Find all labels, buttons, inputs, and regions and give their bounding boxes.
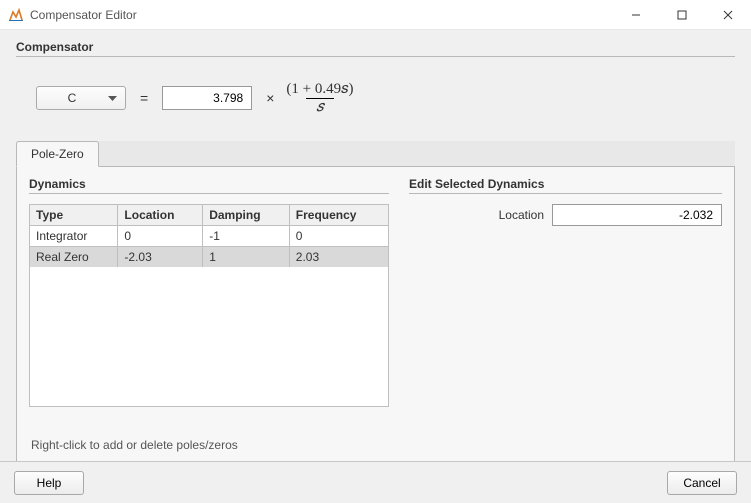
transfer-function: (1 + 0.49𝑠) 𝑠	[282, 81, 357, 115]
compensator-section-label: Compensator	[16, 40, 735, 56]
close-button[interactable]	[705, 0, 751, 29]
help-button[interactable]: Help	[14, 471, 84, 495]
tab-body: Dynamics Type Location Damping Frequency	[16, 167, 735, 463]
equals-sign: =	[140, 90, 148, 106]
app-icon	[8, 7, 24, 23]
location-label: Location	[499, 208, 544, 222]
cell: -1	[203, 226, 290, 247]
cell: 1	[203, 247, 290, 268]
divider	[29, 193, 389, 194]
edit-dynamics-label: Edit Selected Dynamics	[409, 177, 722, 193]
divider	[16, 56, 735, 57]
cell: -2.03	[118, 247, 203, 268]
cell: 0	[289, 226, 388, 247]
compensator-select[interactable]: C	[36, 86, 126, 110]
compensator-select-value: C	[68, 91, 77, 105]
chevron-down-icon	[108, 91, 117, 105]
col-damping: Damping	[203, 205, 290, 226]
col-location: Location	[118, 205, 203, 226]
dynamics-label: Dynamics	[29, 177, 389, 193]
cancel-button[interactable]: Cancel	[667, 471, 737, 495]
hint-text: Right-click to add or delete poles/zeros	[31, 438, 238, 452]
tabs: Pole-Zero	[16, 141, 735, 167]
table-empty-area[interactable]	[29, 267, 389, 407]
tf-denominator: 𝑠	[306, 98, 333, 116]
tab-pole-zero[interactable]: Pole-Zero	[16, 141, 99, 167]
col-frequency: Frequency	[289, 205, 388, 226]
titlebar: Compensator Editor	[0, 0, 751, 30]
table-row[interactable]: Real Zero -2.03 1 2.03	[30, 247, 389, 268]
cell: Integrator	[30, 226, 118, 247]
divider	[409, 193, 722, 194]
maximize-button[interactable]	[659, 0, 705, 29]
cell: 2.03	[289, 247, 388, 268]
gain-input[interactable]	[162, 86, 252, 110]
cell: 0	[118, 226, 203, 247]
col-type: Type	[30, 205, 118, 226]
minimize-button[interactable]	[613, 0, 659, 29]
cell: Real Zero	[30, 247, 118, 268]
dynamics-table[interactable]: Type Location Damping Frequency Integrat…	[29, 204, 389, 268]
multiply-sign: ×	[266, 90, 274, 106]
tf-numerator: (1 + 0.49𝑠)	[282, 81, 357, 98]
table-row[interactable]: Integrator 0 -1 0	[30, 226, 389, 247]
footer: Help Cancel	[0, 461, 751, 503]
location-input[interactable]	[552, 204, 722, 226]
compensator-row: C = × (1 + 0.49𝑠) 𝑠	[16, 67, 735, 133]
window-title: Compensator Editor	[30, 8, 613, 22]
